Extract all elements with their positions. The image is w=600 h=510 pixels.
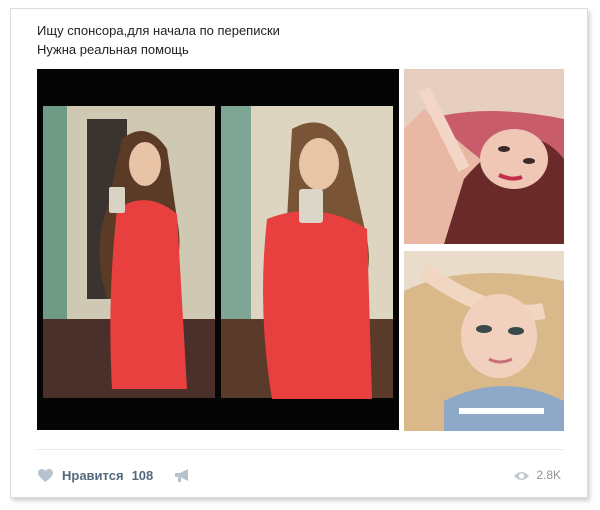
side-top-image: [404, 69, 564, 244]
like-bar: Нравится 108: [37, 465, 191, 485]
main-collage-photo[interactable]: [37, 69, 399, 430]
post-card: Ищу спонсора,для начала по переписки Нуж…: [10, 8, 588, 498]
post-text-line-2: Нужна реальная помощь: [37, 42, 189, 57]
side-photo-top[interactable]: [404, 69, 564, 244]
like-count: 108: [131, 467, 154, 483]
like-label[interactable]: Нравится: [62, 468, 124, 483]
post-text: Ищу спонсора,для начала по переписки Нуж…: [37, 21, 280, 59]
megaphone-icon[interactable]: [173, 467, 191, 483]
main-photo-image: [37, 69, 399, 430]
post-text-line-1: Ищу спонсора,для начала по переписки: [37, 23, 280, 38]
heart-icon[interactable]: [37, 467, 54, 484]
views-count: 2.8K: [536, 468, 561, 482]
side-bottom-image: [404, 251, 564, 431]
views-indicator: 2.8K: [513, 465, 561, 485]
side-photo-bottom[interactable]: [404, 251, 564, 431]
eye-icon: [513, 469, 530, 481]
footer-divider: [37, 449, 564, 450]
